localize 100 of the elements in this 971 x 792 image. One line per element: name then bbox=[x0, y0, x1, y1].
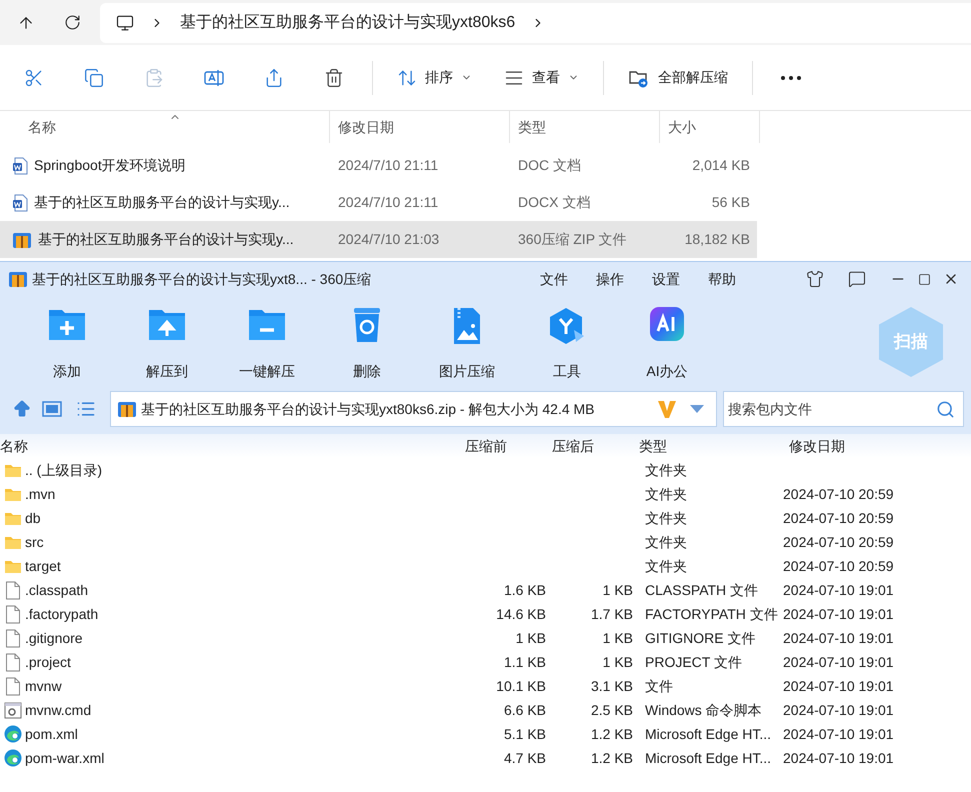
dropdown-arrow-icon[interactable] bbox=[690, 405, 704, 413]
file-icon bbox=[5, 604, 21, 624]
entry-type: GITIGNORE 文件 bbox=[644, 628, 756, 648]
file-type: DOC 文档 bbox=[517, 156, 582, 175]
archive-row[interactable]: .factorypath 14.6 KB 1.7 KB FACTORYPATH 文件 2024-07-10 19:01 bbox=[0, 602, 971, 626]
sort-button[interactable]: 排序 bbox=[381, 58, 488, 98]
archive-row[interactable]: .project 1.1 KB 1 KB PROJECT 文件 2024-07-10 19:01 bbox=[0, 650, 971, 674]
entry-type: Microsoft Edge HT... bbox=[644, 748, 772, 768]
file-date: 2024/7/10 21:03 bbox=[337, 230, 440, 249]
entry-type: FACTORYPATH 文件 bbox=[644, 604, 779, 624]
archive-row[interactable]: .classpath 1.6 KB 1 KB CLASSPATH 文件 2024-07-10 19:01 bbox=[0, 578, 971, 602]
compressed-size: 1.2 KB bbox=[590, 748, 633, 768]
entry-date: 2024-07-10 20:59 bbox=[783, 556, 894, 576]
folder-icon bbox=[4, 534, 22, 550]
share-icon bbox=[264, 68, 284, 88]
original-size: 6.6 KB bbox=[502, 700, 546, 720]
entry-type: CLASSPATH 文件 bbox=[644, 580, 760, 600]
feedback-icon[interactable] bbox=[848, 270, 866, 288]
thumbnail-view-icon[interactable] bbox=[42, 401, 62, 417]
script-icon bbox=[4, 702, 22, 718]
browser-icon bbox=[4, 749, 22, 767]
column-header[interactable]: 大小 bbox=[660, 111, 760, 143]
extract-button[interactable]: 全部解压缩 bbox=[612, 58, 744, 98]
original-size: 14.6 KB bbox=[495, 604, 546, 624]
entry-date: 2024-07-10 19:01 bbox=[783, 652, 894, 672]
refresh-icon bbox=[64, 14, 80, 31]
archive-row[interactable]: .gitignore 1 KB 1 KB GITIGNORE 文件 2024-07-10 19:01 bbox=[0, 626, 971, 650]
tool-button[interactable]: AI办公 bbox=[617, 302, 717, 382]
column-header[interactable]: 名称 bbox=[0, 436, 465, 456]
view-button[interactable]: 查看 bbox=[488, 58, 595, 98]
column-header[interactable]: 类型 bbox=[510, 111, 660, 143]
menu-item[interactable]: 帮助 bbox=[708, 268, 736, 290]
entry-name: mvnw.cmd bbox=[25, 700, 92, 720]
tool-button[interactable]: 一键解压 bbox=[217, 302, 317, 382]
entry-date: 2024-07-10 19:01 bbox=[783, 628, 894, 648]
tool-button[interactable]: 添加 bbox=[17, 302, 117, 382]
compressed-size: 1.7 KB bbox=[590, 604, 633, 624]
entry-name: pom.xml bbox=[25, 724, 78, 744]
column-header[interactable]: 名称 bbox=[0, 111, 330, 143]
menu-item[interactable]: 设置 bbox=[652, 268, 680, 290]
tool-button[interactable]: 工具 bbox=[517, 302, 617, 382]
tool-button[interactable]: 删除 bbox=[317, 302, 417, 382]
entry-date: 2024-07-10 20:59 bbox=[783, 508, 894, 528]
address-bar[interactable]: 基于的社区互助服务平台的设计与实现yxt80ks6 bbox=[100, 2, 971, 42]
file-icon bbox=[5, 628, 21, 648]
entry-name: .gitignore bbox=[25, 628, 83, 648]
column-header[interactable]: 类型 bbox=[639, 436, 789, 456]
menu-item[interactable]: 文件 bbox=[540, 268, 568, 290]
search-input[interactable]: 搜索包内文件 bbox=[728, 398, 936, 420]
archive-icon bbox=[8, 270, 28, 288]
column-header[interactable]: 压缩后 bbox=[552, 436, 639, 456]
original-size: 5.1 KB bbox=[502, 724, 546, 744]
archive-path-field[interactable]: 基于的社区互助服务平台的设计与实现yxt80ks6.zip - 解包大小为 42.4 MB bbox=[110, 391, 717, 427]
archive-row[interactable]: pom.xml 5.1 KB 1.2 KB Microsoft Edge HT... 2024-07-10 19:01 bbox=[0, 722, 971, 746]
breadcrumb-item[interactable]: 基于的社区互助服务平台的设计与实现yxt80ks6 bbox=[180, 10, 516, 34]
folder-icon bbox=[4, 486, 22, 502]
maximize-icon[interactable] bbox=[918, 272, 931, 286]
compressed-size: 1.2 KB bbox=[590, 724, 633, 744]
column-header[interactable]: 修改日期 bbox=[789, 436, 939, 456]
tool-button[interactable]: 解压到 bbox=[117, 302, 217, 382]
entry-type: 文件 bbox=[644, 676, 674, 696]
file-size: 18,182 KB bbox=[684, 230, 750, 249]
entry-type: PROJECT 文件 bbox=[644, 652, 743, 672]
archive-row[interactable]: .mvn 文件夹 2024-07-10 20:59 bbox=[0, 482, 971, 506]
archive-row[interactable]: db 文件夹 2024-07-10 20:59 bbox=[0, 506, 971, 530]
folder-icon bbox=[4, 462, 22, 478]
skin-icon[interactable] bbox=[806, 270, 824, 288]
entry-type: 文件夹 bbox=[644, 460, 688, 480]
file-row[interactable]: 基于的社区互助服务平台的设计与实现y... 2024/7/10 21:11 DOCX 文档 56 KB bbox=[0, 184, 757, 221]
archive-row[interactable]: src 文件夹 2024-07-10 20:59 bbox=[0, 530, 971, 554]
v-logo-icon bbox=[656, 399, 678, 419]
up-icon[interactable] bbox=[12, 399, 32, 419]
entry-date: 2024-07-10 19:01 bbox=[783, 580, 894, 600]
archive-row[interactable]: mvnw 10.1 KB 3.1 KB 文件 2024-07-10 19:01 bbox=[0, 674, 971, 698]
search-icon[interactable] bbox=[936, 400, 955, 418]
entry-type: 文件夹 bbox=[644, 484, 688, 504]
rename-icon bbox=[203, 68, 225, 88]
original-size: 1 KB bbox=[514, 628, 546, 648]
archive-row[interactable]: target 文件夹 2024-07-10 20:59 bbox=[0, 554, 971, 578]
entry-type: 文件夹 bbox=[644, 508, 688, 528]
file-row[interactable]: Springboot开发环境说明 2024/7/10 21:11 DOC 文档 2,014 KB bbox=[0, 147, 757, 184]
entry-date: 2024-07-10 20:59 bbox=[783, 484, 894, 504]
entry-date: 2024-07-10 19:01 bbox=[783, 604, 894, 624]
compressed-size: 1 KB bbox=[602, 580, 633, 600]
column-header[interactable]: 压缩前 bbox=[465, 436, 552, 456]
sort-icon bbox=[397, 68, 417, 88]
file-row[interactable]: 基于的社区互助服务平台的设计与实现y... 2024/7/10 21:03 360压缩 ZIP 文件 18,182 KB bbox=[0, 221, 757, 258]
menu-item[interactable]: 操作 bbox=[596, 268, 624, 290]
archive-row[interactable]: mvnw.cmd 6.6 KB 2.5 KB Windows 命令脚本 2024-07-10 19:01 bbox=[0, 698, 971, 722]
archive-row[interactable]: .. (上级目录) 文件夹 bbox=[0, 458, 971, 482]
archive-row[interactable]: pom-war.xml 4.7 KB 1.2 KB Microsoft Edge HT... 2024-07-10 19:01 bbox=[0, 746, 971, 770]
column-header[interactable]: 修改日期 bbox=[330, 111, 510, 143]
entry-type: 文件夹 bbox=[644, 532, 688, 552]
compressed-size: 2.5 KB bbox=[590, 700, 633, 720]
search-box[interactable]: 搜索包内文件 bbox=[723, 391, 964, 427]
tool-button[interactable]: 图片压缩 bbox=[417, 302, 517, 382]
folder-icon bbox=[4, 558, 22, 574]
entry-name: .factorypath bbox=[25, 604, 98, 624]
entry-type: Microsoft Edge HT... bbox=[644, 724, 772, 744]
image-file-icon bbox=[452, 306, 482, 346]
